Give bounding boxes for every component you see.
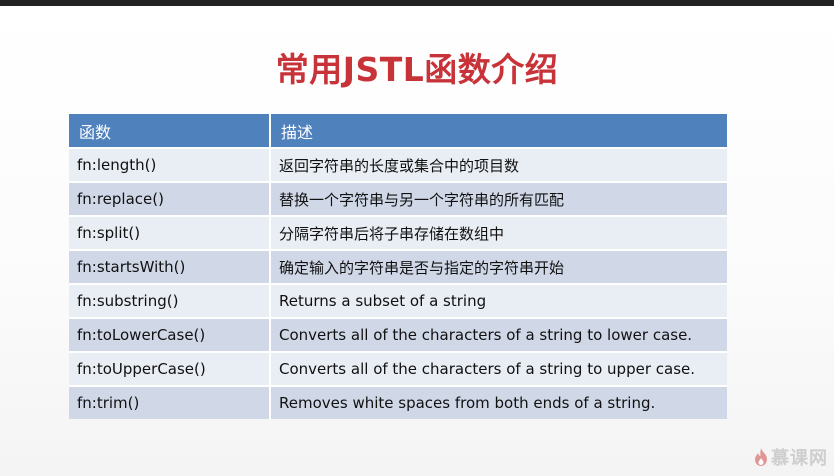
function-name: fn:startsWith()	[69, 249, 271, 283]
table-row: fn:split() 分隔字符串后将子串存储在数组中	[69, 215, 727, 249]
function-name: fn:toLowerCase()	[69, 317, 271, 351]
slide-title: 常用JSTL函数介绍	[275, 50, 559, 89]
table-row: fn:trim() Removes white spaces from both…	[69, 385, 727, 419]
table-row: fn:toUpperCase() Converts all of the cha…	[69, 351, 727, 385]
header-function: 函数	[69, 114, 271, 147]
function-name: fn:split()	[69, 215, 271, 249]
function-name: fn:trim()	[69, 385, 271, 419]
function-name: fn:substring()	[69, 283, 271, 317]
table-row: fn:substring() Returns a subset of a str…	[69, 283, 727, 317]
function-description: 返回字符串的长度或集合中的项目数	[271, 147, 727, 181]
function-description: Converts all of the characters of a stri…	[271, 317, 727, 351]
slide: 常用JSTL函数介绍 函数 描述 fn:length() 返回字符串的长度或集合…	[0, 6, 834, 476]
watermark-text: 慕课网	[771, 448, 828, 469]
table-row: fn:toLowerCase() Converts all of the cha…	[69, 317, 727, 351]
watermark-logo: 慕课网	[753, 444, 828, 470]
functions-table: 函数 描述 fn:length() 返回字符串的长度或集合中的项目数 fn:re…	[69, 114, 727, 419]
function-name: fn:replace()	[69, 181, 271, 215]
function-description: 分隔字符串后将子串存储在数组中	[271, 215, 727, 249]
function-description: 确定输入的字符串是否与指定的字符串开始	[271, 249, 727, 283]
header-description: 描述	[271, 114, 727, 147]
function-name: fn:length()	[69, 147, 271, 181]
function-description: Converts all of the characters of a stri…	[271, 351, 727, 385]
function-description: Removes white spaces from both ends of a…	[271, 385, 727, 419]
table-row: fn:startsWith() 确定输入的字符串是否与指定的字符串开始	[69, 249, 727, 283]
function-name: fn:toUpperCase()	[69, 351, 271, 385]
table-header-row: 函数 描述	[69, 114, 727, 147]
flame-icon	[753, 447, 769, 467]
function-description: 替换一个字符串与另一个字符串的所有匹配	[271, 181, 727, 215]
function-description: Returns a subset of a string	[271, 283, 727, 317]
table-row: fn:replace() 替换一个字符串与另一个字符串的所有匹配	[69, 181, 727, 215]
table-row: fn:length() 返回字符串的长度或集合中的项目数	[69, 147, 727, 181]
